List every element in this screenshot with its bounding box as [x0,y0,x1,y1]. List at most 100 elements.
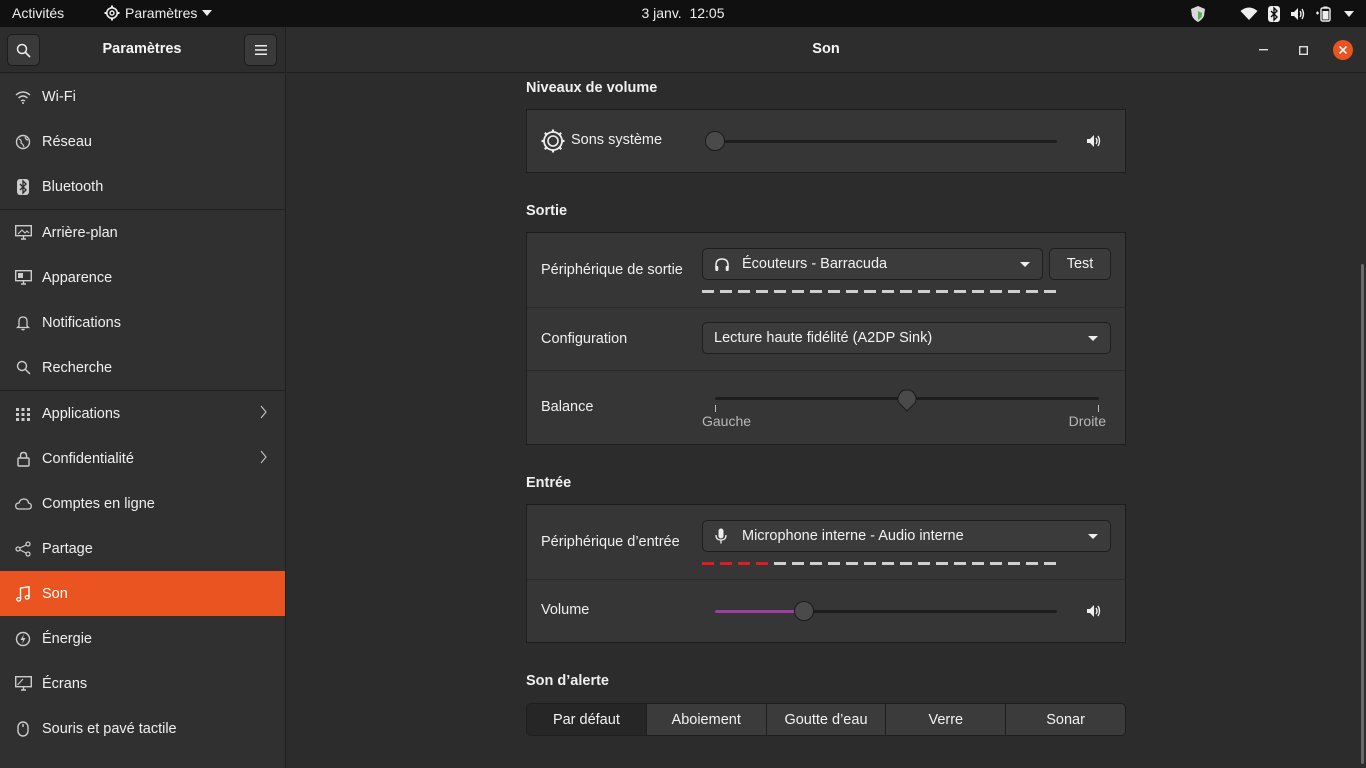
level-segment [1044,290,1056,293]
balance-right-label: Droite [1068,413,1106,429]
alert-sound-selector: Par défaut Aboiement Goutte d’eau Verre … [526,703,1126,736]
scrollbar[interactable] [1361,264,1364,764]
level-segment [810,562,822,565]
sidebar-item-recherche[interactable]: Recherche [0,345,285,390]
sidebar-item-arriere-plan[interactable]: Arrière-plan [0,210,285,255]
system-sounds-slider-handle[interactable] [705,131,725,151]
level-segment [882,562,894,565]
level-segment [738,290,750,293]
level-segment [972,290,984,293]
volume-levels-heading: Niveaux de volume [526,80,658,96]
bluetooth-icon [1268,5,1280,22]
minimize-button[interactable] [1253,40,1273,60]
sidebar-item-label: Arrière-plan [42,224,118,241]
microphone-icon [715,528,727,544]
system-sounds-slider-track[interactable] [715,140,1057,143]
search-button[interactable] [7,34,40,66]
level-segment [828,290,840,293]
sidebar-item-label: Partage [42,540,93,557]
system-tray[interactable] [1190,3,1354,24]
sidebar-item-notifications[interactable]: Notifications [0,300,285,345]
output-device-dropdown[interactable]: Écouteurs - Barracuda [702,248,1043,280]
output-frame: Périphérique de sortie Écouteurs - Barra… [526,232,1126,445]
maximize-icon [1298,45,1308,55]
main-menu-button[interactable] [244,34,277,66]
sidebar-item-comptes-en-ligne[interactable]: Comptes en ligne [0,481,285,526]
level-segment [936,562,948,565]
alert-option-sonar[interactable]: Sonar [1006,704,1125,735]
minimize-icon [1258,49,1268,51]
level-segment [720,290,732,293]
sidebar-item-reseau[interactable]: Réseau [0,119,285,164]
alert-option-goutte-deau[interactable]: Goutte d’eau [766,704,887,735]
share-icon [14,540,32,558]
window-title: Son [812,41,840,57]
level-segment [1026,290,1038,293]
balance-left-tick [715,405,716,412]
caret-down-icon [202,10,213,16]
level-segment [990,290,1002,293]
chevron-down-icon [1020,262,1030,267]
input-volume-slider-handle[interactable] [793,601,814,621]
input-frame: Périphérique d’entrée Microphone interne… [526,504,1126,643]
level-segment [792,562,804,565]
apps-grid-icon [14,405,32,423]
level-segment [918,562,930,565]
sidebar-item-applications[interactable]: Applications [0,391,285,436]
level-segment [774,290,786,293]
level-segment [954,290,966,293]
alert-option-verre[interactable]: Verre [886,704,1007,735]
alert-option-par-defaut[interactable]: Par défaut [527,704,647,735]
level-segment [936,290,948,293]
appearance-icon [14,269,32,287]
sidebar: Wi-Fi Réseau Bluetooth Arrière-plan Appa… [0,74,286,768]
test-button[interactable]: Test [1049,248,1111,280]
output-device-row: Périphérique de sortie Écouteurs - Barra… [527,233,1125,308]
wifi-icon [1240,7,1258,20]
close-button[interactable] [1333,40,1353,60]
system-sounds-label: Sons système [571,132,663,148]
level-segment [900,562,912,565]
sidebar-item-confidentialite[interactable]: Confidentialité [0,436,285,481]
sidebar-item-bluetooth[interactable]: Bluetooth [0,164,285,209]
sidebar-item-souris[interactable]: Souris et pavé tactile [0,706,285,751]
sidebar-item-energie[interactable]: Énergie [0,616,285,661]
mouse-icon [14,720,32,738]
sidebar-item-apparence[interactable]: Apparence [0,255,285,300]
speaker-icon[interactable] [1086,134,1102,148]
hamburger-menu-icon [254,45,267,55]
input-device-dropdown[interactable]: Microphone interne - Audio interne [702,520,1111,552]
sidebar-item-ecrans[interactable]: Écrans [0,661,285,706]
sidebar-header: Paramètres [0,27,286,73]
close-icon [1339,46,1347,54]
top-bar: Activités Paramètres 3 janv. 12:05 [0,0,1366,27]
sidebar-item-son[interactable]: Son [0,571,285,616]
balance-slider-handle[interactable] [897,388,917,412]
input-volume-row: Volume [527,580,1125,642]
level-segment [774,562,786,565]
alert-sound-heading: Son d’alerte [526,673,609,689]
output-device-value: Écouteurs - Barracuda [742,256,888,272]
activities-button[interactable]: Activités [12,5,64,21]
level-segment [720,562,732,565]
battery-icon [1316,6,1331,22]
search-icon [16,43,31,58]
maximize-button[interactable] [1293,40,1313,60]
input-heading: Entrée [526,475,572,491]
search-icon [14,359,32,377]
level-segment [1044,562,1056,565]
configuration-dropdown[interactable]: Lecture haute fidélité (A2DP Sink) [702,322,1111,354]
clock-button[interactable]: 3 janv. 12:05 [641,5,724,21]
cloud-icon [14,495,32,513]
speaker-icon[interactable] [1086,604,1102,618]
balance-left-label: Gauche [702,413,752,429]
alert-option-aboiement[interactable]: Aboiement [646,704,767,735]
sidebar-item-label: Notifications [42,314,121,331]
level-segment [1008,290,1020,293]
sidebar-item-wifi[interactable]: Wi-Fi [0,74,285,119]
sidebar-item-partage[interactable]: Partage [0,526,285,571]
clock-date: 3 janv. [641,5,682,21]
sidebar-item-label: Wi-Fi [42,88,76,105]
sidebar-item-label: Souris et pavé tactile [42,720,177,737]
app-menu[interactable]: Paramètres [104,5,213,21]
